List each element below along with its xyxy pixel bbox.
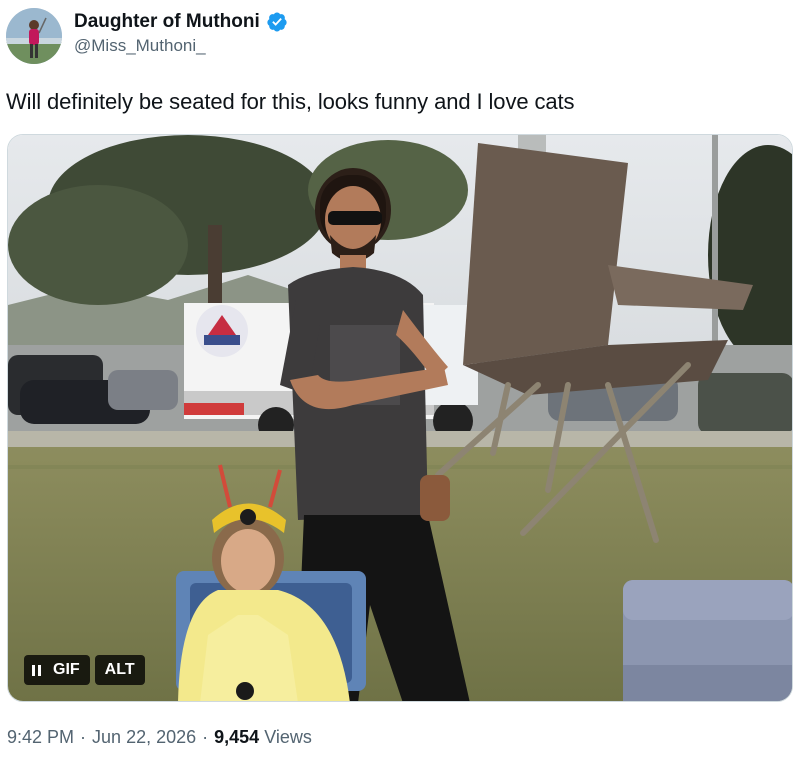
pause-gif-button[interactable]: GIF — [24, 655, 90, 685]
tweet-meta: 9:42 PM · Jun 22, 2026 · 9,454 Views — [7, 727, 312, 748]
meta-separator: · — [202, 727, 209, 747]
author-handle[interactable]: @Miss_Muthoni_ — [74, 36, 288, 56]
verified-badge-icon[interactable] — [266, 11, 288, 33]
gif-media[interactable]: GIF ALT — [7, 134, 793, 702]
tweet-time[interactable]: 9:42 PM — [7, 727, 74, 748]
views-count: 9,454 — [214, 727, 260, 747]
avatar-image — [6, 8, 62, 64]
author-display-name[interactable]: Daughter of Muthoni — [74, 11, 260, 33]
tweet-date[interactable]: Jun 22, 2026 — [92, 727, 196, 748]
gif-frame-image — [8, 135, 792, 701]
tweet-header: Daughter of Muthoni @Miss_Muthoni_ — [6, 8, 786, 68]
alt-text-button[interactable]: ALT — [94, 655, 145, 685]
meta-separator: · — [80, 727, 87, 747]
views-label: Views — [264, 727, 312, 747]
avatar[interactable] — [6, 8, 62, 64]
pause-icon[interactable] — [32, 664, 41, 676]
gif-label: GIF — [53, 661, 80, 678]
gif-controls: GIF ALT — [24, 655, 145, 685]
tweet-text: Will definitely be seated for this, look… — [6, 89, 575, 114]
